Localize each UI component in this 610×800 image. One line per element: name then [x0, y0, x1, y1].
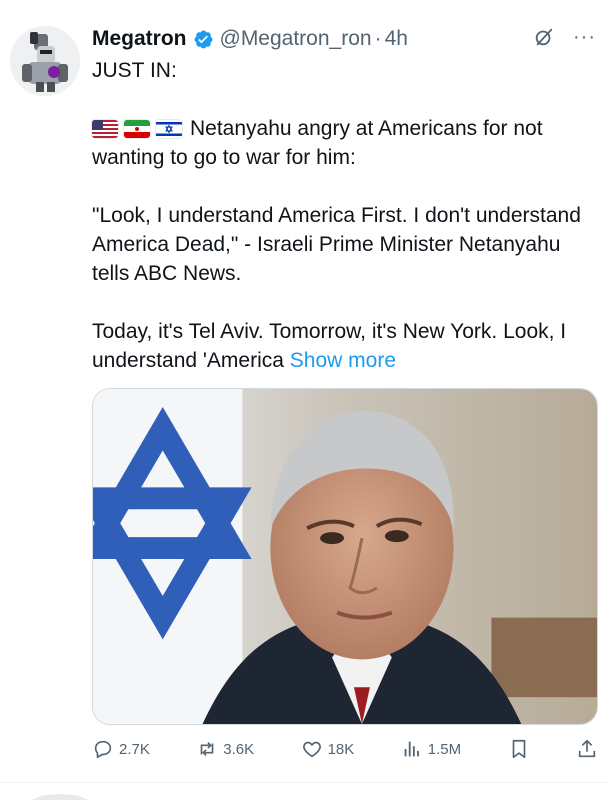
grok-icon[interactable] [533, 26, 555, 48]
views-button[interactable]: 1.5M [401, 738, 461, 760]
tweet-media-image[interactable] [92, 388, 598, 725]
tweet-header: Megatron @Megatron_ron · 4h ··· [92, 24, 596, 54]
text-paragraph-3: Today, it's Tel Aviv. Tomorrow, it's New… [92, 317, 597, 375]
israel-flag-icon [156, 120, 182, 138]
flag-emojis [92, 120, 182, 138]
bookmark-button[interactable] [508, 738, 530, 760]
repost-icon [200, 741, 214, 757]
us-flag-icon [92, 120, 118, 138]
share-button[interactable] [576, 738, 598, 760]
views-icon [404, 741, 419, 757]
text-paragraph-1: Netanyahu angry at Americans for not wan… [92, 114, 597, 172]
views-count: 1.5M [427, 740, 462, 758]
reply-count: 2.7K [119, 740, 150, 758]
megatron-avatar-icon [10, 26, 80, 96]
separator-dot: · [374, 27, 382, 50]
verified-badge-icon[interactable] [193, 29, 214, 50]
tweet-actions: 2.7K 3.6K 18K 1.5M [92, 733, 598, 765]
more-icon[interactable]: ··· [573, 27, 596, 47]
bookmark-icon [512, 739, 525, 759]
like-icon [302, 741, 321, 758]
tweet-text: JUST IN: Netanyahu angry at Americans fo… [92, 56, 597, 375]
show-more-link[interactable]: Show more [290, 349, 396, 372]
timestamp[interactable]: 4h [385, 27, 408, 51]
tweet: Megatron @Megatron_ron · 4h ··· JUST IN: [0, 0, 610, 800]
next-tweet-avatar-peek [30, 794, 90, 800]
like-button[interactable]: 18K [301, 738, 355, 760]
share-icon [578, 739, 596, 758]
tweet-divider [0, 782, 610, 783]
user-handle[interactable]: @Megatron_ron [220, 27, 372, 51]
repost-count: 3.6K [223, 740, 255, 758]
text-paragraph-2: "Look, I understand America First. I don… [92, 204, 581, 285]
repost-button[interactable]: 3.6K [196, 738, 254, 760]
reply-button[interactable]: 2.7K [92, 738, 150, 760]
iran-flag-icon [124, 120, 150, 138]
text-line-just-in: JUST IN: [92, 59, 177, 82]
display-name[interactable]: Megatron [92, 27, 187, 51]
reply-icon [94, 740, 112, 759]
like-count: 18K [327, 740, 355, 758]
avatar[interactable] [10, 26, 80, 96]
header-actions: ··· [533, 26, 596, 48]
